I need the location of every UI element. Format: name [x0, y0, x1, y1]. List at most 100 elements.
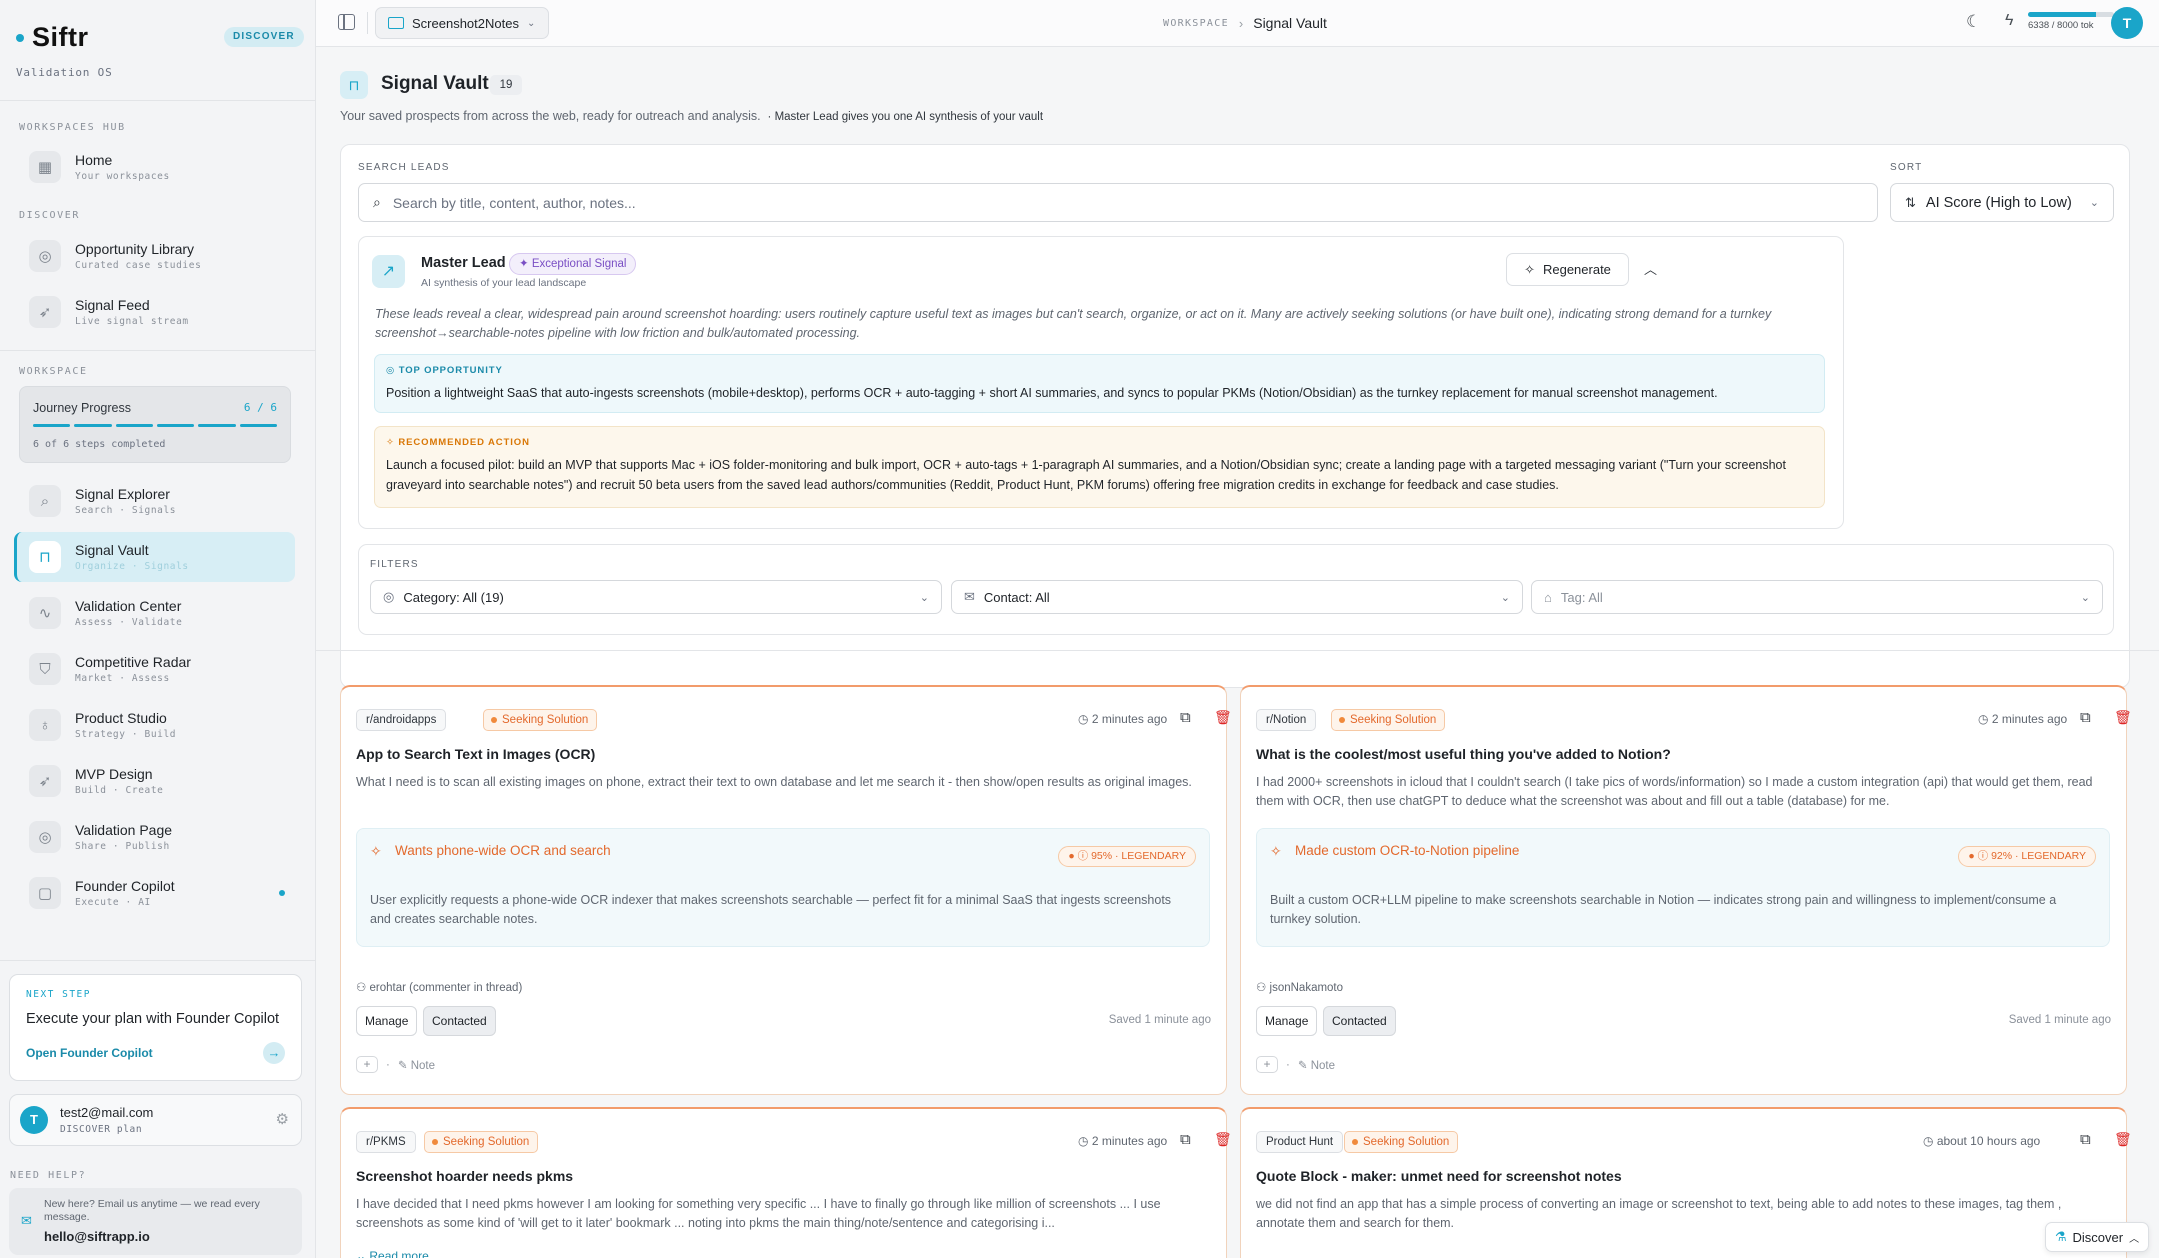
contact-filter[interactable]: ✉ Contact: All ⌄	[951, 580, 1523, 614]
sidebar-item-signal-vault[interactable]: ⊓ Signal Vault Organize · Signals	[14, 532, 295, 582]
saved-time: Saved 1 minute ago	[1108, 1014, 1211, 1026]
top-bar: Screenshot2Notes ⌄ WORKSPACE › Signal Va…	[316, 0, 2159, 47]
lead-title[interactable]: Screenshot hoarder needs pkms	[356, 1168, 573, 1184]
sidebar-item-product-studio[interactable]: ♁ Product Studio Strategy · Build	[17, 700, 295, 750]
moon-icon[interactable]: ☾	[1966, 12, 1981, 32]
status-badge: Seeking Solution	[483, 709, 598, 731]
tag-filter[interactable]: ⌂ Tag: All ⌄	[1531, 580, 2103, 614]
manage-button[interactable]: Manage	[356, 1006, 418, 1036]
trend-up-icon: ↗	[372, 255, 405, 288]
avatar: T	[20, 1106, 48, 1134]
sidebar-item-founder-copilot[interactable]: ▢ Founder Copilot Execute · AI	[17, 868, 295, 918]
page-title: Signal Vault	[381, 73, 489, 94]
sidebar-item-sub: Search · Signals	[75, 505, 177, 516]
divider	[0, 100, 316, 101]
sort-select[interactable]: ⇅ AI Score (High to Low) ⌄	[1890, 183, 2114, 222]
sidebar-item-signal-feed[interactable]: ➶ Signal Feed Live signal stream	[17, 287, 295, 337]
gear-icon[interactable]: ⚙	[276, 1110, 289, 1128]
trash-icon[interactable]: 🗑	[2114, 709, 2132, 726]
sidebar: Siftr DISCOVER Validation OS WORKSPACES …	[0, 0, 316, 1258]
manage-button[interactable]: Manage	[1256, 1006, 1318, 1036]
sidebar-item-sub: Market · Assess	[75, 673, 170, 684]
sidebar-item-competitive-radar[interactable]: ⛉ Competitive Radar Market · Assess	[17, 644, 295, 694]
note-button[interactable]: ✎ Note	[1298, 1058, 1335, 1072]
discover-button[interactable]: ⚗ Discover ︿	[2045, 1222, 2149, 1252]
sort-arrows-icon: ⇅	[1905, 194, 1916, 210]
open-founder-copilot-link[interactable]: Open Founder Copilot	[26, 1046, 153, 1060]
sidebar-item-home[interactable]: ▦ Home Your workspaces	[17, 142, 295, 192]
author-name: erohtar (commenter in thread)	[369, 982, 523, 994]
lead-card[interactable]: r/PKMS Seeking Solution ◷ 2 minutes ago …	[340, 1107, 1232, 1258]
section-label-hub: WORKSPACES HUB	[19, 122, 126, 133]
journey-progress[interactable]: Journey Progress 6 / 6 6 of 6 steps comp…	[19, 386, 291, 463]
timestamp-text: 2 minutes ago	[1991, 712, 2068, 726]
collapse-chevron-up-icon[interactable]: ︿	[1644, 259, 1657, 278]
flask-icon: ⚗	[2054, 1229, 2067, 1244]
top-opportunity-label: ◎ TOP OPPORTUNITY	[386, 365, 503, 376]
lead-card[interactable]: r/androidapps Seeking Solution ◷ 2 minut…	[340, 685, 1232, 1095]
sidebar-item-mvp-design[interactable]: ➶ MVP Design Build · Create	[17, 756, 295, 806]
arrow-right-icon[interactable]: →	[263, 1042, 285, 1064]
help-email[interactable]: hello@siftrapp.io	[44, 1229, 150, 1244]
add-tag-button[interactable]: +	[1256, 1056, 1278, 1073]
user-card[interactable]: T test2@mail.com DISCOVER plan ⚙	[9, 1094, 302, 1146]
rec-label-text: RECOMMENDED ACTION	[398, 437, 530, 448]
search-icon: ⌕	[373, 194, 381, 210]
sidebar-toggle-icon[interactable]	[338, 14, 355, 30]
sidebar-item-sub: Strategy · Build	[75, 729, 177, 740]
note-button[interactable]: ✎ Note	[398, 1058, 435, 1072]
grid-icon: ▦	[29, 151, 61, 183]
sidebar-item-label: Validation Page	[75, 822, 173, 838]
score-badge: ● ⓘ 95% · LEGENDARY	[1058, 846, 1196, 867]
trash-icon[interactable]: 🗑	[2114, 1131, 2132, 1148]
lead-card[interactable]: Product Hunt Seeking Solution ◷ about 10…	[1240, 1107, 2132, 1258]
top-opportunity-box: ◎ TOP OPPORTUNITY Position a lightweight…	[374, 354, 1825, 413]
top-label-text: TOP OPPORTUNITY	[398, 365, 503, 376]
contacted-button[interactable]: Contacted	[423, 1006, 496, 1036]
search-placeholder: Search by title, content, author, notes.…	[392, 194, 636, 211]
search-input[interactable]: ⌕ Search by title, content, author, note…	[358, 183, 1878, 222]
external-link-icon[interactable]: ⧉	[1180, 1131, 1191, 1148]
lead-card[interactable]: r/Notion Seeking Solution ◷ 2 minutes ag…	[1240, 685, 2132, 1095]
workspace-selector[interactable]: Screenshot2Notes ⌄	[375, 7, 549, 39]
sidebar-item-validation-page[interactable]: ◎ Validation Page Share · Publish	[17, 812, 295, 862]
contacted-button[interactable]: Contacted	[1323, 1006, 1396, 1036]
read-more-link[interactable]: ⌄ Read more	[356, 1249, 429, 1258]
vault-panel: SEARCH LEADS SORT ⌕ Search by title, con…	[340, 144, 2130, 688]
master-lead-card: ↗ Master Lead ✦ Exceptional Signal AI sy…	[358, 236, 1844, 529]
insight-box: ✧ Wants phone-wide OCR and search ● ⓘ 95…	[356, 828, 1210, 947]
external-link-icon[interactable]: ⧉	[1180, 709, 1191, 726]
insight-body: User explicitly requests a phone-wide OC…	[370, 893, 1172, 926]
master-lead-subtitle: AI synthesis of your lead landscape	[421, 277, 587, 289]
sidebar-item-sub: Assess · Validate	[75, 617, 183, 628]
trash-icon[interactable]: 🗑	[1214, 1131, 1232, 1148]
lead-title[interactable]: What is the coolest/most useful thing yo…	[1256, 746, 1671, 762]
chevron-down-icon: ⌄	[2089, 197, 2099, 209]
breadcrumb-section[interactable]: WORKSPACE	[1163, 18, 1229, 29]
sidebar-item-opportunity-library[interactable]: ◎ Opportunity Library Curated case studie…	[17, 231, 295, 281]
category-filter[interactable]: ◎ Category: All (19) ⌄	[370, 580, 942, 614]
trash-icon[interactable]: 🗑	[1214, 709, 1232, 726]
next-step-label: NEXT STEP	[26, 989, 91, 1000]
external-link-icon[interactable]: ⧉	[2080, 1131, 2091, 1148]
author-name: jsonNakamoto	[1269, 982, 1344, 994]
sidebar-item-label: Validation Center	[75, 598, 182, 614]
regenerate-label: Regenerate	[1542, 262, 1611, 277]
saved-time: Saved 1 minute ago	[2008, 1014, 2111, 1026]
lightning-icon: ϟ	[2005, 12, 2014, 29]
chat-icon: ▢	[29, 877, 61, 909]
regenerate-button[interactable]: ✧ Regenerate	[1506, 253, 1629, 286]
brand-name: Siftr	[32, 22, 89, 52]
add-tag-button[interactable]: +	[356, 1056, 378, 1073]
sidebar-item-signal-explorer[interactable]: ⌕ Signal Explorer Search · Signals	[17, 476, 295, 526]
help-card[interactable]: ✉ New here? Email us anytime — we read e…	[9, 1188, 302, 1255]
avatar[interactable]: T	[2111, 7, 2143, 39]
sidebar-item-validation-center[interactable]: ∿ Validation Center Assess · Validate	[17, 588, 295, 638]
external-link-icon[interactable]: ⧉	[2080, 709, 2091, 726]
divider	[0, 960, 316, 961]
brand-logo[interactable]: Siftr	[16, 22, 89, 53]
activity-icon: ∿	[29, 597, 61, 629]
lead-title[interactable]: App to Search Text in Images (OCR)	[356, 746, 595, 762]
lead-title[interactable]: Quote Block - maker: unmet need for scre…	[1256, 1168, 1622, 1184]
rocket-icon: ➶	[29, 296, 61, 328]
